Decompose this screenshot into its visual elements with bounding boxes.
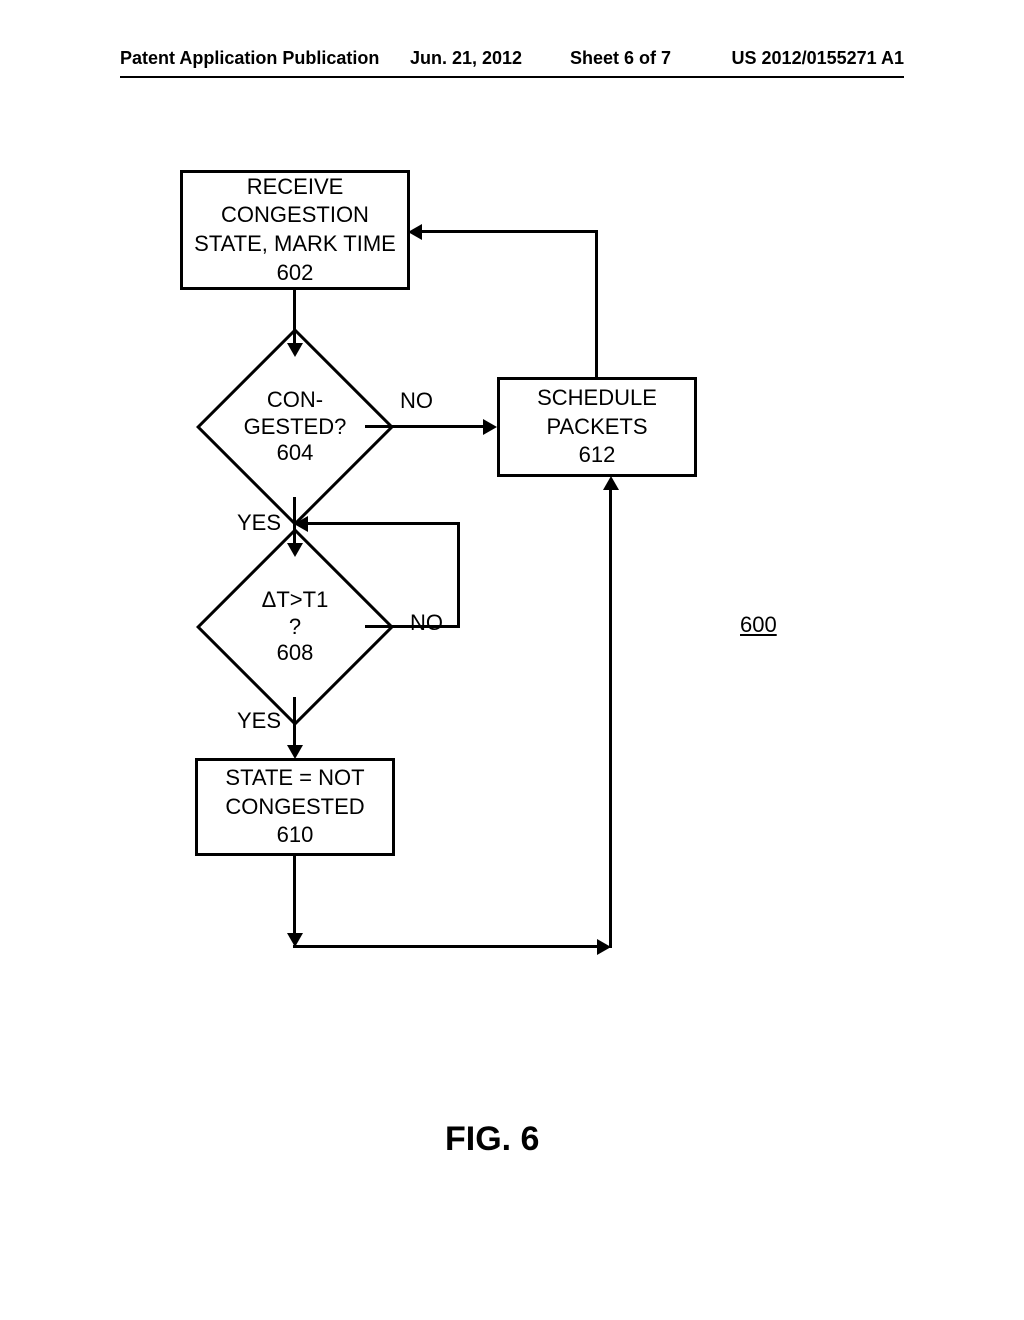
node-604-congested-decision: CON- GESTED? 604 (225, 357, 365, 497)
edge-604-no-label: NO (400, 388, 433, 414)
edge-608-yes-label: YES (237, 708, 281, 734)
header-publication: Patent Application Publication (120, 48, 379, 69)
flowchart: RECEIVE CONGESTION STATE, MARK TIME 602 … (120, 150, 904, 1220)
node-602-receive-congestion: RECEIVE CONGESTION STATE, MARK TIME 602 (180, 170, 410, 290)
node-608-deltat-decision: ΔT>T1 ? 608 (225, 557, 365, 697)
node-612-line1: SCHEDULE (537, 384, 657, 413)
page-header: Patent Application Publication Jun. 21, … (0, 48, 1024, 78)
figure-caption: FIG. 6 (445, 1120, 539, 1159)
node-612-ref: 612 (579, 441, 616, 470)
node-604-line2: GESTED? (244, 414, 347, 440)
node-608-ref: 608 (277, 640, 314, 666)
node-610-ref: 610 (277, 821, 314, 850)
node-612-line2: PACKETS (546, 413, 647, 442)
node-602-line2: CONGESTION (221, 201, 369, 230)
node-610-state-not-congested: STATE = NOT CONGESTED 610 (195, 758, 395, 856)
node-608-line2: ? (289, 614, 301, 640)
node-602-line3: STATE, MARK TIME (194, 230, 396, 259)
node-612-schedule-packets: SCHEDULE PACKETS 612 (497, 377, 697, 477)
header-sheet: Sheet 6 of 7 (570, 48, 671, 69)
node-604-ref: 604 (277, 440, 314, 466)
node-602-line1: RECEIVE (247, 173, 344, 202)
node-608-line1: ΔT>T1 (262, 587, 329, 613)
header-pubno: US 2012/0155271 A1 (732, 48, 904, 69)
edge-608-no-label: NO (410, 610, 443, 636)
edge-604-yes-label: YES (237, 510, 281, 536)
figure-reference-600: 600 (740, 612, 777, 638)
node-610-line1: STATE = NOT (225, 764, 364, 793)
header-date: Jun. 21, 2012 (410, 48, 522, 69)
node-602-ref: 602 (277, 259, 314, 288)
node-610-line2: CONGESTED (225, 793, 364, 822)
node-604-line1: CON- (267, 387, 323, 413)
